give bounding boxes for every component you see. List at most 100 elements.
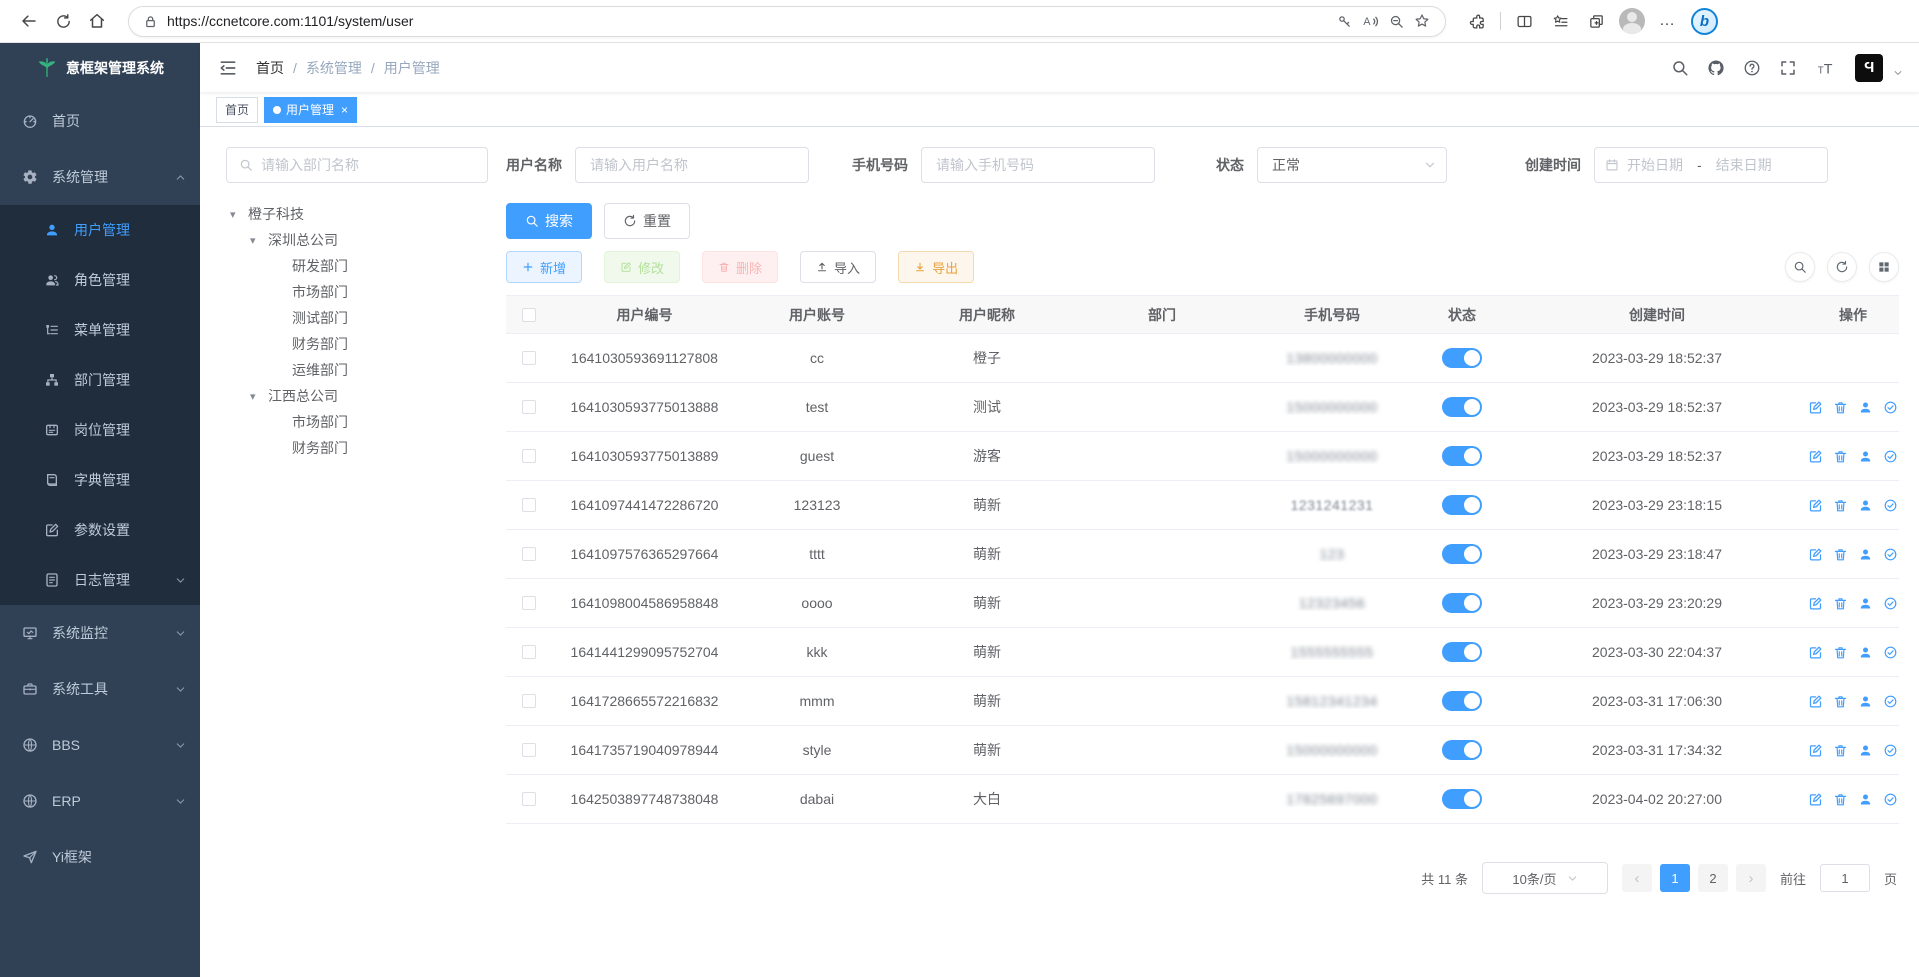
edit-user-icon[interactable] <box>1808 498 1823 513</box>
reset-password-icon[interactable] <box>1858 694 1873 709</box>
reset-password-icon[interactable] <box>1858 596 1873 611</box>
row-checkbox[interactable] <box>522 743 536 757</box>
edit-user-icon[interactable] <box>1808 792 1823 807</box>
tree-node[interactable]: ▾江西总公司 <box>226 383 488 409</box>
tree-node[interactable]: 市场部门 <box>226 279 488 305</box>
edit-user-icon[interactable] <box>1808 400 1823 415</box>
tree-node[interactable]: 市场部门 <box>226 409 488 435</box>
caret-down-icon[interactable]: ▾ <box>250 234 268 247</box>
home-icon[interactable] <box>82 6 112 36</box>
reset-password-icon[interactable] <box>1858 547 1873 562</box>
table-row[interactable]: 1641735719040978944 style 萌新 15000000000… <box>506 726 1899 775</box>
tag-user-mgmt[interactable]: 用户管理 × <box>264 97 357 123</box>
table-search-toggle[interactable] <box>1785 252 1815 282</box>
github-icon[interactable] <box>1707 59 1725 77</box>
refresh-icon[interactable] <box>48 6 78 36</box>
back-icon[interactable] <box>14 6 44 36</box>
edit-user-icon[interactable] <box>1808 596 1823 611</box>
status-toggle[interactable] <box>1442 789 1482 809</box>
tree-node[interactable]: 研发部门 <box>226 253 488 279</box>
assign-role-icon[interactable] <box>1883 792 1898 807</box>
sidebar-item-post-mgmt[interactable]: 岗位管理 <box>0 405 200 455</box>
assign-role-icon[interactable] <box>1883 498 1898 513</box>
reset-password-icon[interactable] <box>1858 743 1873 758</box>
next-page-button[interactable]: › <box>1736 864 1766 892</box>
table-row[interactable]: 1641728665572216832 mmm 萌新 15812341234 2… <box>506 677 1899 726</box>
sidebar-item-menu-mgmt[interactable]: 菜单管理 <box>0 305 200 355</box>
edit-user-icon[interactable] <box>1808 449 1823 464</box>
breadcrumb-system[interactable]: 系统管理 <box>306 58 362 78</box>
assign-role-icon[interactable] <box>1883 596 1898 611</box>
row-checkbox[interactable] <box>522 645 536 659</box>
font-size-icon[interactable] <box>1815 59 1837 77</box>
row-checkbox[interactable] <box>522 449 536 463</box>
url-text[interactable]: https://ccnetcore.com:1101/system/user <box>167 13 1331 29</box>
profile-icon[interactable] <box>1619 8 1645 34</box>
sidebar-item-user-mgmt[interactable]: 用户管理 <box>0 205 200 255</box>
sidebar-item-tools[interactable]: 系统工具 <box>0 661 200 717</box>
date-range-picker[interactable]: 开始日期 - 结束日期 <box>1594 147 1828 183</box>
caret-down-icon[interactable] <box>1893 68 1903 78</box>
assign-role-icon[interactable] <box>1883 694 1898 709</box>
table-row[interactable]: 1641030593691127808 cc 橙子 13800000000 20… <box>506 334 1899 383</box>
page-size-select[interactable]: 10条/页 <box>1482 862 1608 894</box>
breadcrumb-home[interactable]: 首页 <box>256 58 284 78</box>
table-columns-button[interactable] <box>1869 252 1899 282</box>
goto-page-input[interactable] <box>1820 864 1870 892</box>
assign-role-icon[interactable] <box>1883 743 1898 758</box>
read-aloud-icon[interactable] <box>1357 8 1383 34</box>
status-toggle[interactable] <box>1442 544 1482 564</box>
tree-node[interactable]: 财务部门 <box>226 331 488 357</box>
select-all-checkbox[interactable] <box>522 308 536 322</box>
edit-user-icon[interactable] <box>1808 694 1823 709</box>
edit-user-icon[interactable] <box>1808 645 1823 660</box>
tree-node[interactable]: ▾深圳总公司 <box>226 227 488 253</box>
tag-home[interactable]: 首页 <box>216 97 258 123</box>
prev-page-button[interactable]: ‹ <box>1622 864 1652 892</box>
date-start-placeholder[interactable]: 开始日期 <box>1627 155 1683 175</box>
tree-node[interactable]: 运维部门 <box>226 357 488 383</box>
delete-user-icon[interactable] <box>1833 449 1848 464</box>
sidebar-item-role-mgmt[interactable]: 角色管理 <box>0 255 200 305</box>
search-icon[interactable] <box>1671 59 1689 77</box>
sidebar-item-monitor[interactable]: 系统监控 <box>0 605 200 661</box>
export-button[interactable]: 导出 <box>898 251 974 283</box>
page-button-2[interactable]: 2 <box>1698 864 1728 892</box>
assign-role-icon[interactable] <box>1883 449 1898 464</box>
caret-down-icon[interactable]: ▾ <box>250 390 268 403</box>
reset-password-icon[interactable] <box>1858 645 1873 660</box>
search-button[interactable]: 搜索 <box>506 203 592 239</box>
sidebar-item-erp[interactable]: ERP <box>0 773 200 829</box>
favorite-add-icon[interactable] <box>1409 8 1435 34</box>
status-select[interactable]: 正常 <box>1257 147 1447 183</box>
dept-search-input[interactable] <box>261 157 475 173</box>
close-icon[interactable]: × <box>341 103 348 117</box>
table-row[interactable]: 1641030593775013888 test 测试 15000000000 … <box>506 383 1899 432</box>
table-row[interactable]: 1641098004586958848 oooo 萌新 12323456 202… <box>506 579 1899 628</box>
help-icon[interactable] <box>1743 59 1761 77</box>
delete-user-icon[interactable] <box>1833 694 1848 709</box>
sidebar-item-dept-mgmt[interactable]: 部门管理 <box>0 355 200 405</box>
edit-user-icon[interactable] <box>1808 743 1823 758</box>
username-input[interactable] <box>575 147 809 183</box>
tree-node[interactable]: 测试部门 <box>226 305 488 331</box>
sidebar-item-home[interactable]: 首页 <box>0 93 200 149</box>
assign-role-icon[interactable] <box>1883 400 1898 415</box>
reset-password-icon[interactable] <box>1858 449 1873 464</box>
reset-password-icon[interactable] <box>1858 400 1873 415</box>
sidebar-item-system[interactable]: 系统管理 <box>0 149 200 205</box>
delete-user-icon[interactable] <box>1833 743 1848 758</box>
table-row[interactable]: 1641030593775013889 guest 游客 15000000000… <box>506 432 1899 481</box>
status-toggle[interactable] <box>1442 397 1482 417</box>
sidebar-item-dict-mgmt[interactable]: 字典管理 <box>0 455 200 505</box>
table-refresh-button[interactable] <box>1827 252 1857 282</box>
sidebar-item-param-settings[interactable]: 参数设置 <box>0 505 200 555</box>
caret-down-icon[interactable]: ▾ <box>230 208 248 221</box>
phone-input[interactable] <box>921 147 1155 183</box>
status-toggle[interactable] <box>1442 446 1482 466</box>
fullscreen-icon[interactable] <box>1779 59 1797 77</box>
table-row[interactable]: 1641441299095752704 kkk 萌新 1555555555 20… <box>506 628 1899 677</box>
delete-user-icon[interactable] <box>1833 498 1848 513</box>
add-button[interactable]: 新增 <box>506 251 582 283</box>
row-checkbox[interactable] <box>522 792 536 806</box>
